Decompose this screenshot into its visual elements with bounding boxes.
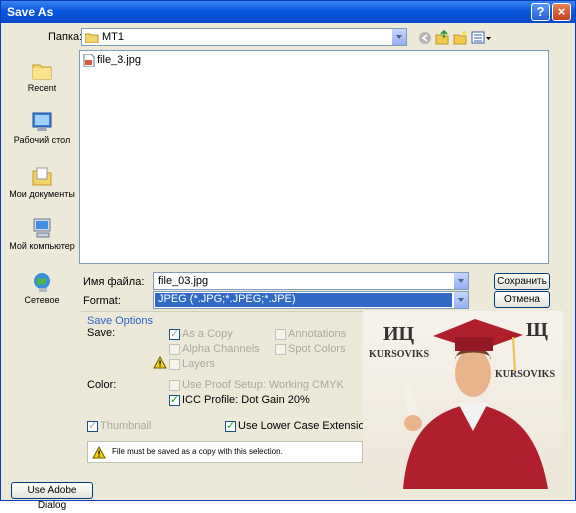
- place-network[interactable]: Сетевое: [7, 271, 77, 305]
- places-bar: Recent Рабочий стол Мои документы Мой ко…: [7, 51, 75, 309]
- spot-colors-checkbox[interactable]: [275, 344, 286, 355]
- thumbnail-label: Thumbnail: [100, 420, 152, 432]
- layers-label: Layers: [182, 358, 216, 370]
- save-button[interactable]: Сохранить: [494, 273, 550, 290]
- place-desktop[interactable]: Рабочий стол: [7, 111, 77, 145]
- warning-icon: [153, 356, 167, 369]
- alpha-channels-label: Alpha Channels: [182, 343, 260, 355]
- place-label: Recent: [27, 83, 57, 93]
- my-computer-icon: [33, 218, 51, 238]
- save-as-dialog: Save As ? × Папка: MT1 Recent Рабочий ст…: [0, 0, 576, 511]
- filename-dropdown-arrow[interactable]: [453, 273, 468, 289]
- icc-profile-label: ICC Profile: Dot Gain 20%: [182, 394, 310, 406]
- proof-setup-checkbox[interactable]: [169, 380, 180, 391]
- alpha-channels-checkbox[interactable]: [169, 344, 180, 355]
- as-copy-checkbox[interactable]: [169, 327, 180, 340]
- color-label: Color:: [87, 379, 117, 391]
- icc-profile-checkbox[interactable]: [169, 393, 180, 406]
- thumbnail-checkbox[interactable]: [87, 419, 98, 432]
- window-title: Save As: [7, 5, 54, 19]
- format-value: JPEG (*.JPG;*.JPEG;*.JPE): [158, 293, 296, 305]
- place-label: Мои документы: [9, 189, 75, 199]
- format-dropdown-arrow[interactable]: [453, 292, 468, 308]
- annotations-checkbox[interactable]: [275, 329, 286, 340]
- layers-checkbox[interactable]: [169, 359, 180, 370]
- format-label: Format:: [83, 295, 121, 307]
- help-button[interactable]: ?: [531, 3, 550, 21]
- filename-input[interactable]: file_03.jpg: [153, 272, 469, 290]
- place-label: Рабочий стол: [13, 135, 71, 145]
- cancel-button[interactable]: Отмена: [494, 291, 550, 308]
- new-folder-icon[interactable]: [453, 30, 468, 45]
- back-icon[interactable]: [418, 31, 432, 45]
- folder-label: Папка:: [48, 31, 83, 43]
- save-options-title: Save Options: [87, 315, 154, 327]
- file-name: file_3.jpg: [97, 54, 142, 66]
- network-icon: [34, 273, 50, 292]
- graduate-figure: [402, 319, 548, 489]
- desktop-icon: [32, 112, 52, 131]
- use-adobe-dialog-button[interactable]: Use Adobe Dialog: [11, 482, 93, 511]
- folder-icon: [85, 33, 99, 43]
- view-menu-icon[interactable]: [471, 31, 491, 45]
- place-recent[interactable]: Recent: [7, 59, 77, 93]
- folder-dropdown-arrow[interactable]: [391, 29, 406, 45]
- folder-combo[interactable]: MT1: [81, 28, 407, 46]
- my-documents-icon: [32, 167, 52, 186]
- title-bar: Save As ? ×: [1, 1, 575, 23]
- file-list[interactable]: file_3.jpg: [79, 50, 549, 264]
- up-folder-icon[interactable]: [435, 30, 449, 45]
- warning-message-box: File must be saved as a copy with this s…: [87, 441, 363, 463]
- folder-value: MT1: [102, 31, 124, 43]
- place-label: Сетевое: [24, 295, 60, 305]
- warning-icon: [92, 446, 106, 459]
- jpg-file-icon: [83, 54, 95, 67]
- watermark-photo: ИЦ KURSOVIKS Щ KURSOVIKS: [363, 311, 563, 489]
- format-select[interactable]: JPEG (*.JPG;*.JPEG;*.JPE): [153, 291, 469, 309]
- warning-text: File must be saved as a copy with this s…: [112, 447, 283, 456]
- place-my-computer[interactable]: Мой компьютер: [7, 217, 77, 251]
- proof-setup-label: Use Proof Setup: Working CMYK: [182, 379, 344, 391]
- place-my-documents[interactable]: Мои документы: [7, 165, 77, 199]
- filename-value: file_03.jpg: [158, 275, 209, 287]
- filename-label: Имя файла:: [83, 276, 145, 288]
- close-button[interactable]: ×: [552, 3, 571, 21]
- lowercase-extension-label: Use Lower Case Extension: [238, 420, 371, 432]
- as-copy-label: As a Copy: [182, 328, 233, 340]
- place-label: Мой компьютер: [9, 241, 75, 251]
- spot-colors-label: Spot Colors: [288, 343, 346, 355]
- lowercase-extension-checkbox[interactable]: [225, 419, 236, 432]
- annotations-label: Annotations: [288, 328, 347, 340]
- recent-folder-icon: [32, 64, 52, 80]
- save-label: Save:: [87, 327, 116, 339]
